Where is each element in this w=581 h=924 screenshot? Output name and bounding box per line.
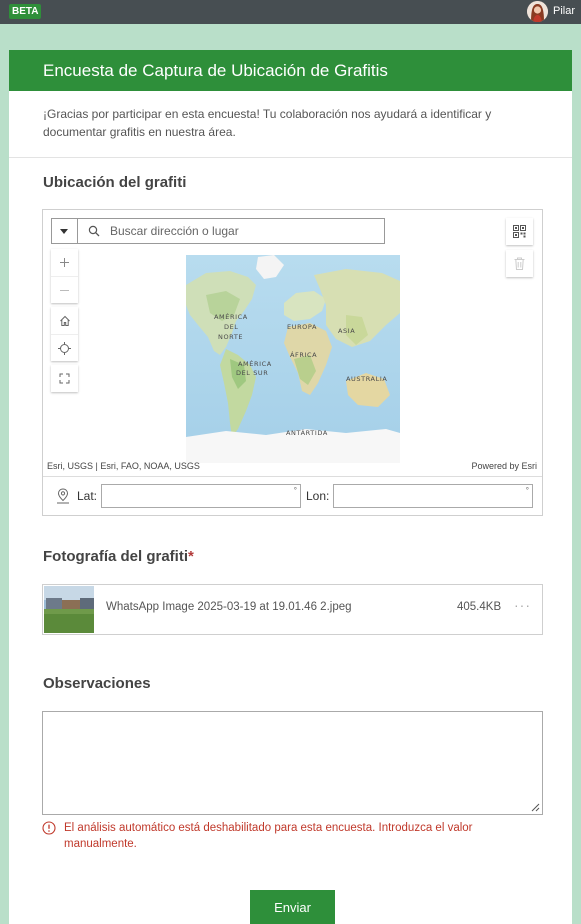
- file-name: WhatsApp Image 2025-03-19 at 19.01.46 2.…: [106, 601, 352, 613]
- map-label-asia: ASIA: [338, 327, 355, 335]
- lon-label: Lon:: [306, 489, 330, 503]
- zoom-out-button[interactable]: [51, 276, 78, 303]
- map-label-north-america-2: DEL: [224, 323, 239, 331]
- degree-unit: °: [293, 486, 297, 495]
- longitude-input[interactable]: °: [333, 484, 533, 508]
- minus-icon: [60, 289, 69, 291]
- submit-button[interactable]: Enviar: [250, 890, 335, 924]
- required-mark: *: [188, 548, 194, 565]
- photo-question-title: Fotografía del grafiti*: [43, 548, 194, 565]
- error-message: El análisis automático está deshabilitad…: [64, 822, 473, 850]
- nav-controls: [51, 307, 78, 361]
- avatar[interactable]: [527, 1, 548, 22]
- qr-code-icon: [513, 225, 526, 238]
- beta-badge: BETA: [9, 4, 42, 19]
- latitude-input[interactable]: °: [101, 484, 301, 508]
- map-widget[interactable]: AMÉRICA DEL NORTE EUROPA ASIA ÁFRICA AMÉ…: [42, 209, 543, 516]
- plus-icon: [60, 258, 69, 267]
- map-label-north-america-1: AMÉRICA: [214, 312, 248, 321]
- map-attribution[interactable]: Esri, USGS | Esri, FAO, NOAA, USGS: [47, 461, 200, 471]
- chevron-down-icon: [60, 229, 68, 234]
- delete-button[interactable]: [506, 250, 533, 277]
- fullscreen-control: [51, 365, 78, 392]
- fullscreen-icon: [59, 373, 70, 384]
- qr-code-button[interactable]: [506, 218, 533, 245]
- qr-control: [506, 218, 533, 245]
- photo-question-label: Fotografía del grafiti: [43, 548, 189, 565]
- home-button[interactable]: [51, 307, 78, 334]
- survey-title: Encuesta de Captura de Ubicación de Graf…: [9, 50, 572, 91]
- lat-label: Lat:: [77, 489, 98, 503]
- survey-card: Encuesta de Captura de Ubicación de Graf…: [9, 50, 572, 924]
- top-bar: BETA Pilar: [0, 0, 581, 24]
- resize-grip-icon[interactable]: [531, 803, 540, 812]
- location-question-title: Ubicación del grafiti: [43, 174, 187, 191]
- map-label-north-america-3: NORTE: [218, 333, 243, 341]
- map-label-europe: EUROPA: [287, 323, 317, 331]
- map-label-africa: ÁFRICA: [290, 350, 317, 359]
- more-options-button[interactable]: ···: [514, 597, 531, 613]
- search-input[interactable]: [110, 221, 370, 241]
- locate-icon: [58, 341, 71, 355]
- file-size: 405.4KB: [457, 601, 502, 613]
- zoom-controls: [51, 249, 78, 303]
- coordinates-row: Lat: ° Lon: °: [43, 476, 542, 515]
- map-search: [51, 218, 385, 244]
- divider: [9, 157, 572, 158]
- search-source-dropdown[interactable]: [52, 219, 78, 243]
- observations-textarea[interactable]: [42, 711, 543, 815]
- zoom-in-button[interactable]: [51, 249, 78, 276]
- home-icon: [59, 315, 70, 326]
- map-label-south-america-1: AMÉRICA: [238, 359, 272, 368]
- locate-button[interactable]: [51, 334, 78, 361]
- fullscreen-button[interactable]: [51, 365, 78, 392]
- map-label-south-america-2: DEL SUR: [236, 369, 268, 377]
- observations-question-title: Observaciones: [43, 675, 151, 692]
- user-name[interactable]: Pilar: [553, 4, 575, 19]
- powered-by-esri[interactable]: Powered by Esri: [471, 461, 537, 471]
- map-label-australia: AUSTRALIA: [346, 375, 387, 383]
- location-pin-icon: [57, 488, 69, 504]
- map-label-antarctica: ANTÁRTIDA: [286, 428, 328, 437]
- attached-file[interactable]: WhatsApp Image 2025-03-19 at 19.01.46 2.…: [42, 584, 543, 635]
- trash-icon: [514, 257, 525, 270]
- survey-intro: ¡Gracias por participar en esta encuesta…: [43, 107, 492, 139]
- world-map[interactable]: AMÉRICA DEL NORTE EUROPA ASIA ÁFRICA AMÉ…: [186, 255, 400, 463]
- error-icon: [42, 821, 56, 835]
- delete-control: [506, 250, 533, 277]
- photo-thumbnail[interactable]: [44, 586, 94, 633]
- search-icon: [88, 225, 100, 237]
- degree-unit: °: [525, 486, 529, 495]
